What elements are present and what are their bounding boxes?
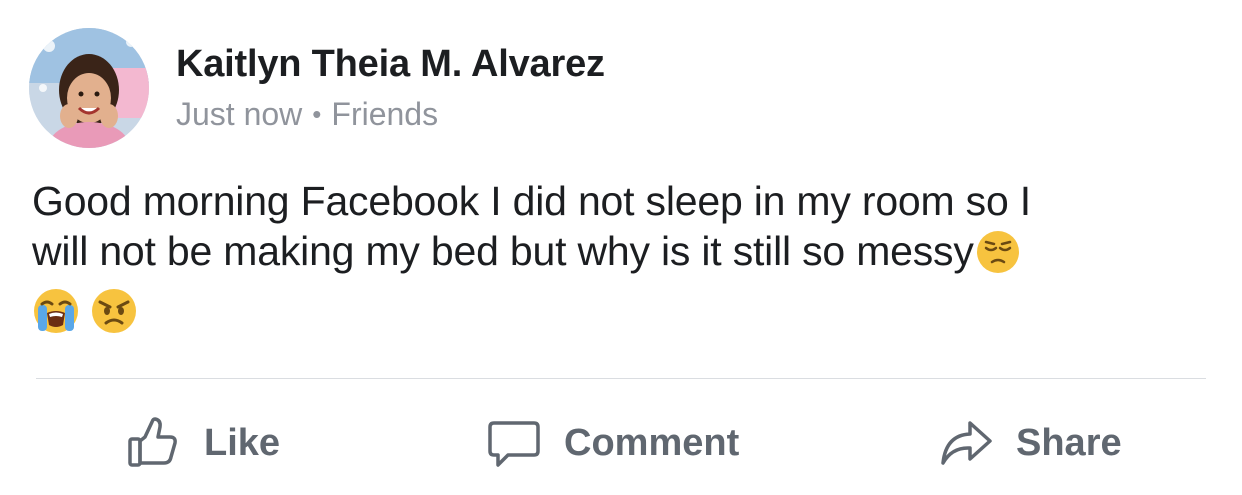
angry-face-icon <box>90 287 138 346</box>
post-actions: Like Comment Share <box>0 379 1242 495</box>
post-header: Kaitlyn Theia M. Alvarez Just now • Frie… <box>29 28 605 148</box>
comment-label: Comment <box>564 421 740 464</box>
share-arrow-icon <box>938 415 994 471</box>
post-text: Good morning Facebook I did not sleep in… <box>32 176 1192 346</box>
emoji-row <box>32 287 1192 346</box>
like-label: Like <box>204 421 281 464</box>
facebook-post: Kaitlyn Theia M. Alvarez Just now • Frie… <box>0 0 1242 495</box>
pensive-face-icon <box>976 230 1020 285</box>
avatar-image <box>29 28 149 148</box>
comment-bubble-icon <box>486 415 542 471</box>
post-text-line-2: will not be making my bed but why is it … <box>32 228 974 274</box>
loudly-crying-face-icon <box>32 287 80 346</box>
audience-label[interactable]: Friends <box>331 94 438 134</box>
post-timestamp[interactable]: Just now <box>176 94 302 134</box>
share-button[interactable]: Share <box>938 415 1122 471</box>
post-meta: Kaitlyn Theia M. Alvarez Just now • Frie… <box>176 28 605 134</box>
thumbs-up-icon <box>126 415 182 471</box>
comment-button[interactable]: Comment <box>486 415 739 471</box>
author-name[interactable]: Kaitlyn Theia M. Alvarez <box>176 40 605 88</box>
like-button[interactable]: Like <box>126 415 280 471</box>
post-text-line-1: Good morning Facebook I did not sleep in… <box>32 178 1031 224</box>
avatar[interactable] <box>29 28 149 148</box>
post-subline: Just now • Friends <box>176 94 605 134</box>
separator-dot: • <box>312 99 322 129</box>
share-label: Share <box>1016 421 1122 464</box>
